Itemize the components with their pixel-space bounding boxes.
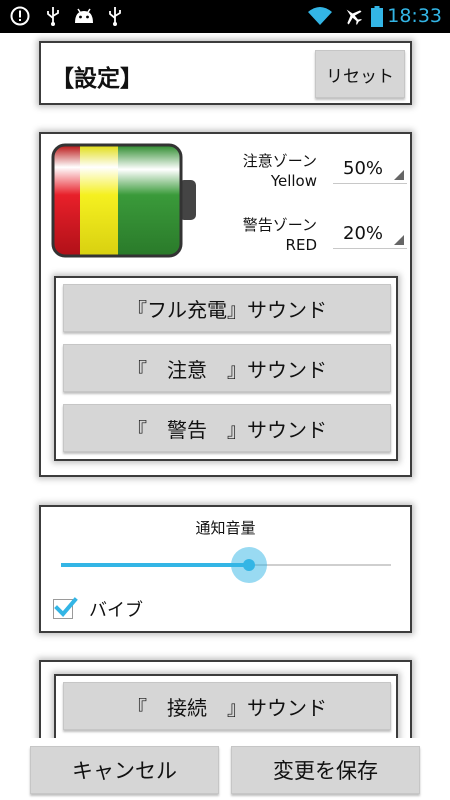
caution-sound-button[interactable]: 『 注意 』サウンド: [63, 344, 391, 392]
page-title: 【設定】: [51, 66, 143, 92]
wifi-icon: [306, 6, 334, 26]
cancel-button[interactable]: キャンセル: [30, 746, 219, 794]
checkmark-icon: [54, 597, 78, 617]
dropdown-arrow-icon: [394, 170, 404, 180]
slider-thumb[interactable]: [231, 547, 268, 583]
footer-bar: キャンセル 変更を保存: [0, 738, 450, 800]
sound-buttons-box: 『フル充電』サウンド 『 注意 』サウンド 『 警告 』サウンド: [54, 276, 398, 461]
full-charge-sound-button[interactable]: 『フル充電』サウンド: [63, 284, 391, 332]
warning-zone-label: 警告ゾーン RED: [242, 216, 317, 254]
warning-zone-value: 20%: [343, 223, 384, 244]
header-card: 【設定】 リセット: [39, 41, 412, 105]
caution-zone-dropdown[interactable]: 50%: [333, 154, 407, 184]
volume-slider[interactable]: [61, 547, 391, 583]
volume-card: 通知音量 バイブ: [39, 505, 412, 633]
connection-sound-button[interactable]: 『 接続 』サウンド: [63, 682, 391, 730]
caution-zone-value: 50%: [343, 158, 384, 179]
usb-icon: [106, 6, 124, 26]
caution-zone-label: 注意ゾーン Yellow: [242, 152, 317, 190]
warning-sound-button[interactable]: 『 警告 』サウンド: [63, 404, 391, 452]
vibrate-checkbox[interactable]: [53, 597, 78, 619]
volume-title: 通知音量: [195, 519, 256, 537]
slider-fill: [61, 563, 250, 567]
airplane-icon: [342, 6, 364, 26]
android-icon: [72, 6, 96, 26]
vibrate-option[interactable]: バイブ: [53, 595, 143, 623]
clock-time: 18:33: [387, 5, 442, 27]
save-changes-button[interactable]: 変更を保存: [231, 746, 420, 794]
battery-icon: [370, 5, 384, 27]
info-icon: [10, 6, 30, 26]
warning-zone-dropdown[interactable]: 20%: [333, 219, 407, 249]
usb-icon: [44, 6, 62, 26]
status-bar: 18:33: [0, 0, 450, 33]
reset-button[interactable]: リセット: [315, 50, 405, 98]
vibrate-label: バイブ: [89, 600, 143, 621]
battery-zone-graphic: [51, 143, 199, 258]
dropdown-arrow-icon: [394, 235, 404, 245]
battery-zone-card: 注意ゾーン Yellow 50% 警告ゾーン RED 20% 『フル充電』サウン…: [39, 132, 412, 477]
